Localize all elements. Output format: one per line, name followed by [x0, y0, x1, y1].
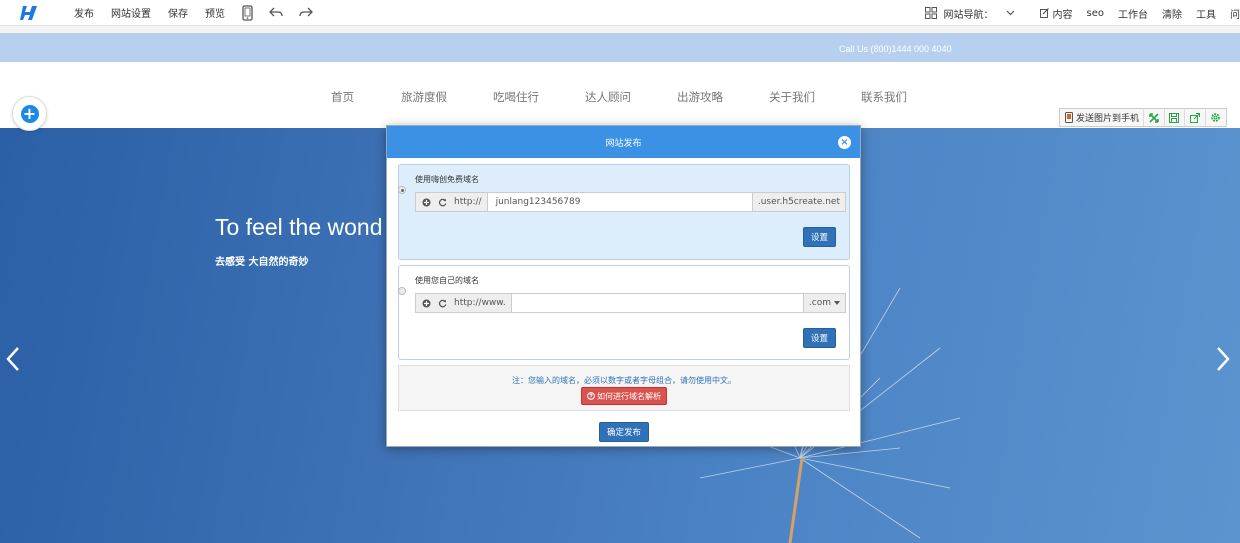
tools-button[interactable]: 工具 [1196, 6, 1216, 21]
edit-icon [1039, 8, 1050, 18]
preview-button[interactable]: 预览 [205, 5, 225, 20]
workbench-button[interactable]: 工作台 [1118, 6, 1148, 21]
tld-selected: .com [808, 298, 831, 308]
free-domain-input[interactable]: junlang123456789 [487, 193, 752, 211]
refresh-icon[interactable] [436, 198, 448, 207]
own-domain-label: 使用您自己的域名 [415, 276, 479, 285]
free-domain-set-button[interactable]: 设置 [803, 227, 836, 247]
toolbar-right-group: 网站导航： 内容 seo 工作台 清除 工具 问 [924, 0, 1240, 26]
tld-select[interactable]: .com [802, 294, 845, 312]
gear-icon[interactable] [1206, 109, 1226, 126]
chevron-down-icon[interactable] [1006, 10, 1015, 16]
seo-button[interactable]: seo [1087, 8, 1104, 19]
send-to-phone-button[interactable]: 发送图片到手机 [1060, 109, 1145, 126]
own-domain-set-button[interactable]: 设置 [803, 328, 836, 348]
toolbar-divider [0, 26, 1240, 33]
nav-item-advisor[interactable]: 达人顾问 [585, 89, 631, 105]
help-button[interactable]: 问 [1230, 6, 1240, 21]
own-domain-prefix-addon: http://www. [416, 294, 512, 312]
send-to-phone-label: 发送图片到手机 [1076, 114, 1140, 124]
help-button-label: 如何进行域名解析 [597, 391, 661, 401]
editor-toolbar: 发布 网站设置 保存 预览 网站导航： 内容 seo 工作台 清除 工具 问 [0, 0, 1240, 26]
publish-button[interactable]: 发布 [74, 5, 94, 20]
dialog-header: 网站发布 × [387, 126, 860, 158]
own-domain-input-group: http://www. .com [415, 293, 846, 313]
chevron-right-icon[interactable] [1216, 346, 1230, 375]
free-domain-suffix: .user.h5create.net [751, 193, 845, 211]
free-domain-prefix-addon: http:// [416, 193, 488, 211]
nav-item-vacation[interactable]: 旅游度假 [401, 89, 447, 105]
free-domain-input-group: http:// junlang123456789 .user.h5create.… [415, 192, 846, 212]
call-bar: Call Us (800)1444 000 4040 [0, 33, 1240, 62]
page-mini-toolbar: 发送图片到手机 [1059, 108, 1227, 127]
nav-item-guide[interactable]: 出游攻略 [677, 89, 723, 105]
plus-circle-icon[interactable] [420, 198, 432, 207]
hero-subtitle: 去感受 大自然的奇妙 [215, 257, 309, 268]
refresh-icon[interactable] [436, 299, 448, 308]
domain-note: 注：您输入的域名，必须以数字或者字母组合，请勿使用中文。 如何进行域名解析 [398, 365, 850, 411]
close-icon[interactable]: × [838, 136, 851, 149]
caret-down-icon [834, 301, 840, 305]
call-text: Call Us (800)1444 000 4040 [839, 44, 952, 54]
confirm-publish-button[interactable]: 确定发布 [599, 422, 649, 442]
nav-item-contact[interactable]: 联系我们 [861, 89, 907, 105]
plus-icon: + [20, 104, 39, 123]
clear-button[interactable]: 清除 [1162, 6, 1182, 21]
undo-icon[interactable] [269, 7, 283, 18]
publish-dialog: 网站发布 × 使用嗨创免费域名 http:// junlang123456789… [386, 125, 861, 447]
phone-icon [1065, 112, 1073, 123]
site-nav-label[interactable]: 网站导航： [944, 6, 994, 21]
note-text: 注：您输入的域名，必须以数字或者字母组合，请勿使用中文。 [512, 376, 736, 385]
own-domain-prefix: http://www. [454, 298, 506, 308]
grid-icon [924, 7, 937, 19]
free-domain-label: 使用嗨创免费域名 [415, 175, 479, 184]
free-domain-radio[interactable] [398, 186, 406, 194]
redo-icon[interactable] [299, 7, 313, 18]
dialog-title: 网站发布 [605, 138, 642, 149]
question-circle-icon [587, 392, 595, 400]
nav-item-food-travel[interactable]: 吃喝住行 [493, 89, 539, 105]
content-button[interactable]: 内容 [1053, 6, 1073, 21]
nav-item-home[interactable]: 首页 [331, 89, 354, 105]
expand-icon[interactable] [1144, 109, 1165, 126]
free-domain-panel: 使用嗨创免费域名 http:// junlang123456789 .user.… [398, 164, 850, 260]
save-icon[interactable] [1165, 109, 1186, 126]
save-button[interactable]: 保存 [168, 5, 188, 20]
hero-title: To feel the wond [215, 214, 383, 240]
plus-circle-icon[interactable] [420, 299, 432, 308]
own-domain-radio[interactable] [398, 287, 406, 295]
nav-item-about[interactable]: 关于我们 [769, 89, 815, 105]
mobile-preview-icon[interactable] [242, 4, 253, 21]
site-settings-button[interactable]: 网站设置 [111, 5, 151, 20]
own-domain-panel: 使用您自己的域名 http://www. .com 设置 [398, 265, 850, 360]
free-domain-prefix: http:// [454, 197, 482, 207]
chevron-left-icon[interactable] [6, 346, 20, 375]
own-domain-input[interactable] [511, 294, 803, 312]
domain-resolve-help-button[interactable]: 如何进行域名解析 [581, 387, 667, 405]
logo-icon[interactable] [20, 4, 40, 22]
site-nav: 首页 旅游度假 吃喝住行 达人顾问 出游攻略 关于我们 联系我们 [0, 62, 1240, 128]
add-component-button[interactable]: + [12, 96, 47, 131]
export-icon[interactable] [1185, 109, 1206, 126]
